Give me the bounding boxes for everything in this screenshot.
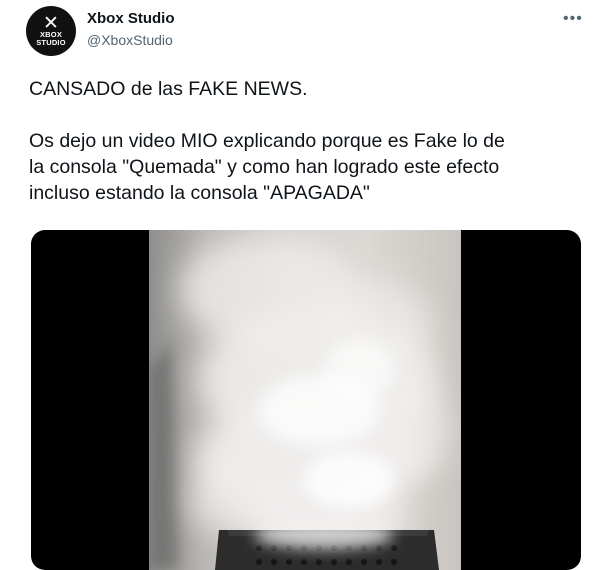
tweet-line-3: la consola "Quemada" y como han logrado …	[29, 156, 500, 178]
author-handle[interactable]: @XboxStudio	[87, 32, 173, 48]
smoke-console-illustration	[149, 235, 449, 570]
tweet-line-4: incluso estando la consola "APAGADA"	[29, 182, 370, 204]
tweet-text: CANSADO de las FAKE NEWS. Os dejo un vid…	[29, 76, 589, 206]
more-options-icon[interactable]: •••	[563, 10, 583, 28]
avatar-wordmark-line-2: STUDIO	[36, 38, 66, 47]
tweet-line-2: Os dejo un video MIO explicando porque e…	[29, 130, 505, 152]
tweet[interactable]: ✕ XBOX STUDIO Xbox Studio @XboxStudio ••…	[0, 0, 616, 570]
video-player[interactable]	[31, 230, 581, 570]
video-thumbnail	[149, 230, 461, 570]
tweet-paragraph-1: CANSADO de las FAKE NEWS.	[29, 78, 308, 100]
author-name[interactable]: Xbox Studio	[87, 10, 175, 27]
avatar[interactable]: ✕ XBOX STUDIO	[26, 6, 76, 56]
xbox-logo-icon: ✕	[43, 12, 59, 34]
